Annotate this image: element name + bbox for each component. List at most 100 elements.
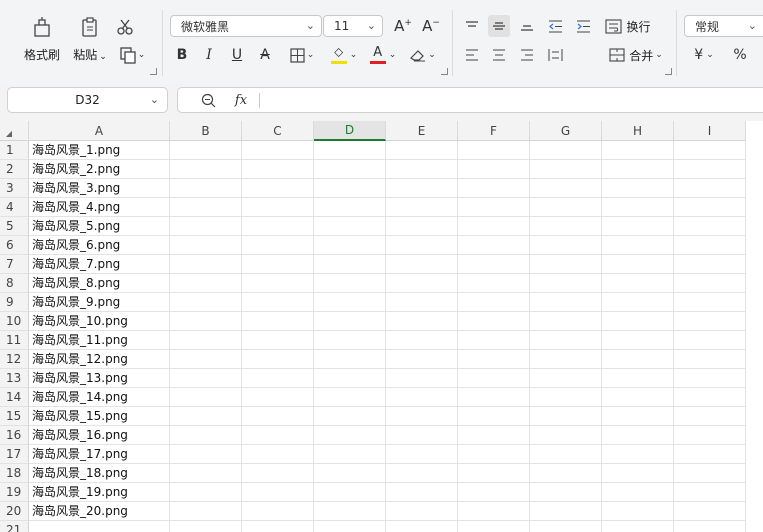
cell-i14[interactable] bbox=[674, 388, 746, 407]
cell-b18[interactable] bbox=[170, 464, 242, 483]
align-top-button[interactable] bbox=[461, 15, 483, 37]
cell-f17[interactable] bbox=[458, 445, 530, 464]
align-middle-button[interactable] bbox=[488, 15, 510, 37]
cell-f21[interactable] bbox=[458, 521, 530, 532]
number-format-select[interactable]: 常规 ⌄ bbox=[684, 15, 763, 37]
cell-b14[interactable] bbox=[170, 388, 242, 407]
borders-button[interactable]: ⌄ bbox=[285, 44, 319, 66]
cell-b1[interactable] bbox=[170, 141, 242, 160]
cell-d18[interactable] bbox=[314, 464, 386, 483]
cell-b4[interactable] bbox=[170, 198, 242, 217]
cell-a12[interactable]: 海岛风景_12.png bbox=[29, 350, 170, 369]
cell-d5[interactable] bbox=[314, 217, 386, 236]
cell-d3[interactable] bbox=[314, 179, 386, 198]
cell-i17[interactable] bbox=[674, 445, 746, 464]
cell-c10[interactable] bbox=[242, 312, 314, 331]
cell-f7[interactable] bbox=[458, 255, 530, 274]
cell-g5[interactable] bbox=[530, 217, 602, 236]
cell-f5[interactable] bbox=[458, 217, 530, 236]
cell-g10[interactable] bbox=[530, 312, 602, 331]
cell-c19[interactable] bbox=[242, 483, 314, 502]
cell-e15[interactable] bbox=[386, 407, 458, 426]
cell-h10[interactable] bbox=[602, 312, 674, 331]
cell-e8[interactable] bbox=[386, 274, 458, 293]
cell-f14[interactable] bbox=[458, 388, 530, 407]
cell-e20[interactable] bbox=[386, 502, 458, 521]
cell-e3[interactable] bbox=[386, 179, 458, 198]
cell-f3[interactable] bbox=[458, 179, 530, 198]
font-size-select[interactable]: 11 ⌄ bbox=[323, 15, 383, 37]
formula-input[interactable]: fx bbox=[177, 87, 763, 113]
row-header-4[interactable]: 4 bbox=[0, 198, 29, 217]
cell-c15[interactable] bbox=[242, 407, 314, 426]
strikethrough-button[interactable]: A bbox=[255, 44, 275, 66]
cell-a17[interactable]: 海岛风景_17.png bbox=[29, 445, 170, 464]
cell-d13[interactable] bbox=[314, 369, 386, 388]
cell-a20[interactable]: 海岛风景_20.png bbox=[29, 502, 170, 521]
cell-g12[interactable] bbox=[530, 350, 602, 369]
cell-b3[interactable] bbox=[170, 179, 242, 198]
cell-a5[interactable]: 海岛风景_5.png bbox=[29, 217, 170, 236]
cell-g15[interactable] bbox=[530, 407, 602, 426]
cell-a13[interactable]: 海岛风景_13.png bbox=[29, 369, 170, 388]
row-header-2[interactable]: 2 bbox=[0, 160, 29, 179]
italic-button[interactable]: I bbox=[199, 44, 219, 66]
cell-i9[interactable] bbox=[674, 293, 746, 312]
cell-h4[interactable] bbox=[602, 198, 674, 217]
cell-g2[interactable] bbox=[530, 160, 602, 179]
cut-button[interactable] bbox=[113, 16, 137, 38]
currency-button[interactable]: ¥ ⌄ bbox=[688, 44, 720, 66]
cell-c20[interactable] bbox=[242, 502, 314, 521]
cell-f11[interactable] bbox=[458, 331, 530, 350]
cell-g17[interactable] bbox=[530, 445, 602, 464]
column-header-b[interactable]: B bbox=[170, 121, 242, 141]
select-all-corner[interactable]: ◢ bbox=[0, 121, 29, 141]
font-name-select[interactable]: 微软雅黑 ⌄ bbox=[170, 15, 322, 37]
row-header-18[interactable]: 18 bbox=[0, 464, 29, 483]
cell-i1[interactable] bbox=[674, 141, 746, 160]
cell-d8[interactable] bbox=[314, 274, 386, 293]
cell-b9[interactable] bbox=[170, 293, 242, 312]
cell-i18[interactable] bbox=[674, 464, 746, 483]
cell-d15[interactable] bbox=[314, 407, 386, 426]
cell-a14[interactable]: 海岛风景_14.png bbox=[29, 388, 170, 407]
clipboard-dialog-launcher[interactable] bbox=[150, 68, 157, 75]
cell-d4[interactable] bbox=[314, 198, 386, 217]
percent-button[interactable]: % bbox=[729, 44, 751, 66]
cell-f13[interactable] bbox=[458, 369, 530, 388]
cell-f6[interactable] bbox=[458, 236, 530, 255]
cell-e17[interactable] bbox=[386, 445, 458, 464]
cell-d20[interactable] bbox=[314, 502, 386, 521]
cell-d17[interactable] bbox=[314, 445, 386, 464]
cell-f18[interactable] bbox=[458, 464, 530, 483]
align-center-button[interactable] bbox=[488, 44, 510, 66]
cell-i5[interactable] bbox=[674, 217, 746, 236]
cell-a19[interactable]: 海岛风景_19.png bbox=[29, 483, 170, 502]
cell-g19[interactable] bbox=[530, 483, 602, 502]
cell-b21[interactable] bbox=[170, 521, 242, 532]
align-bottom-button[interactable] bbox=[516, 15, 538, 37]
cell-c5[interactable] bbox=[242, 217, 314, 236]
cell-h18[interactable] bbox=[602, 464, 674, 483]
column-header-e[interactable]: E bbox=[386, 121, 458, 141]
increase-font-button[interactable]: A+ bbox=[392, 15, 414, 37]
cell-a9[interactable]: 海岛风景_9.png bbox=[29, 293, 170, 312]
cell-h13[interactable] bbox=[602, 369, 674, 388]
cell-c4[interactable] bbox=[242, 198, 314, 217]
row-header-10[interactable]: 10 bbox=[0, 312, 29, 331]
cell-a18[interactable]: 海岛风景_18.png bbox=[29, 464, 170, 483]
cell-i15[interactable] bbox=[674, 407, 746, 426]
cell-h7[interactable] bbox=[602, 255, 674, 274]
cell-h17[interactable] bbox=[602, 445, 674, 464]
cell-a7[interactable]: 海岛风景_7.png bbox=[29, 255, 170, 274]
cell-i10[interactable] bbox=[674, 312, 746, 331]
cell-e2[interactable] bbox=[386, 160, 458, 179]
cell-h9[interactable] bbox=[602, 293, 674, 312]
cell-i3[interactable] bbox=[674, 179, 746, 198]
cell-g9[interactable] bbox=[530, 293, 602, 312]
decrease-font-button[interactable]: A− bbox=[420, 15, 442, 37]
cell-b19[interactable] bbox=[170, 483, 242, 502]
column-header-f[interactable]: F bbox=[458, 121, 530, 141]
fill-color-button[interactable]: ⬦ ⌄ bbox=[327, 44, 361, 66]
cell-a2[interactable]: 海岛风景_2.png bbox=[29, 160, 170, 179]
